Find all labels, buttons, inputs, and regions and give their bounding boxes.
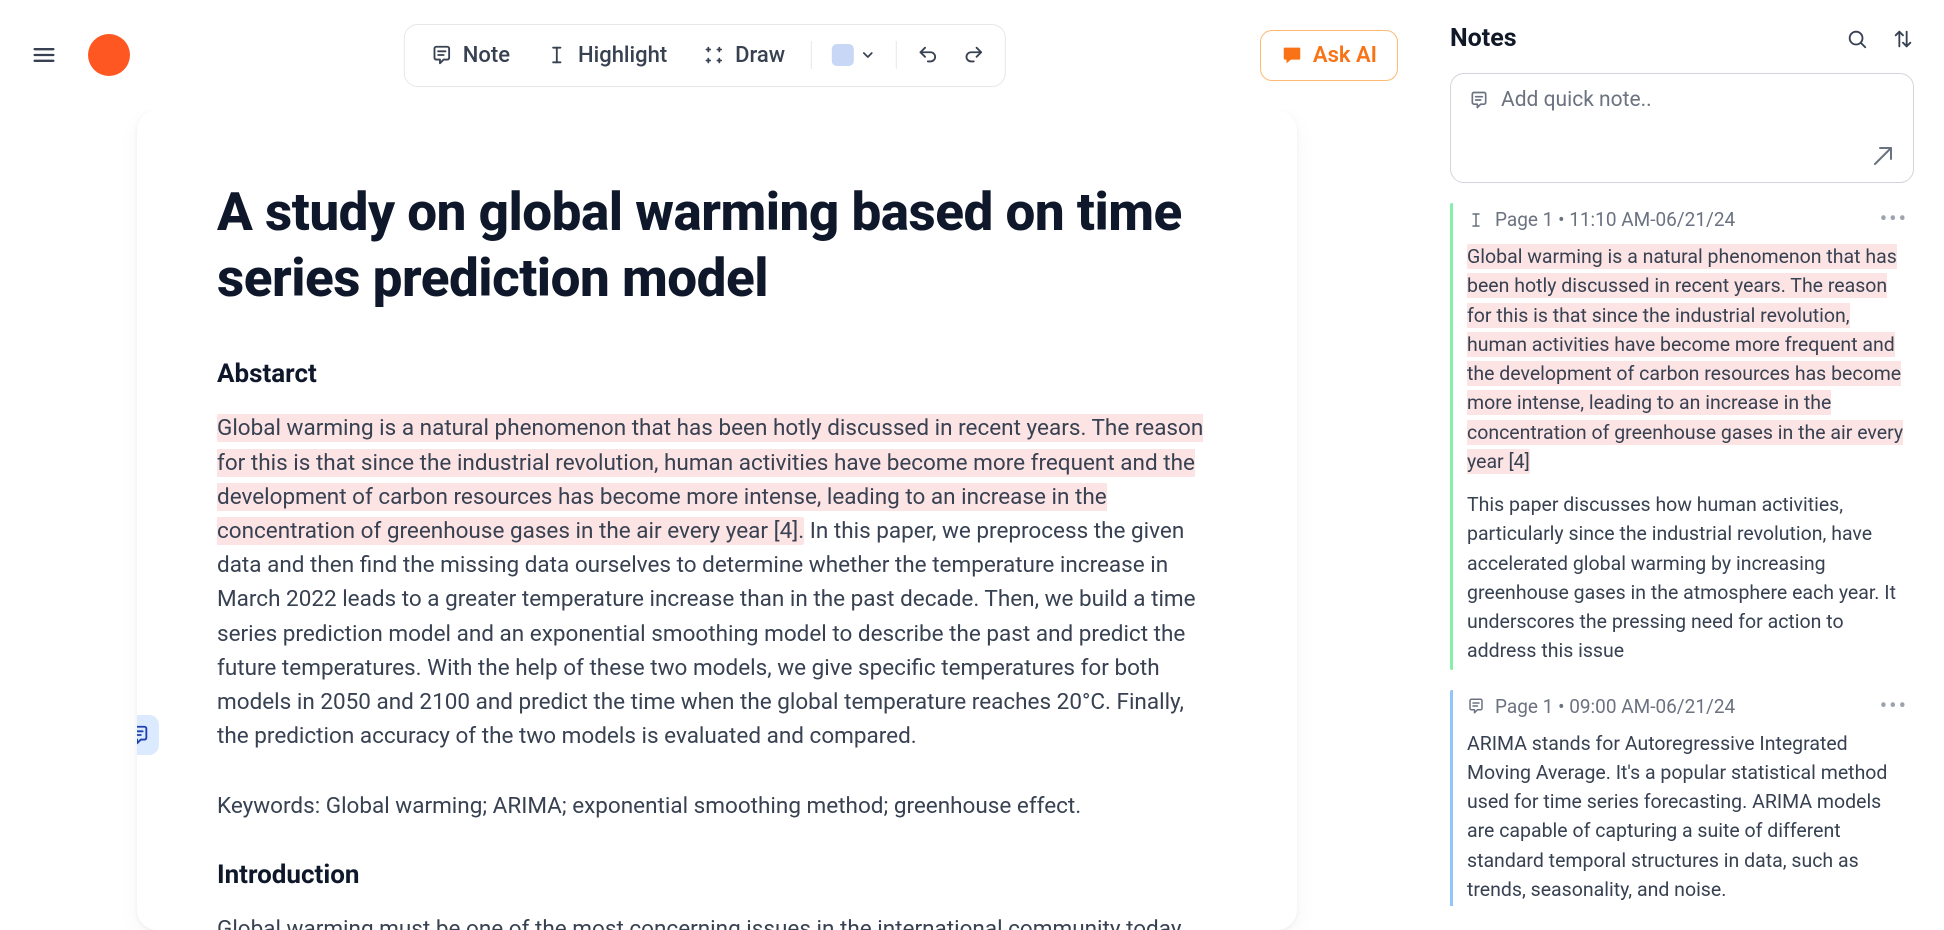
color-picker-button[interactable]: [824, 34, 884, 76]
abstract-heading: Abstarct: [217, 359, 1217, 389]
note-item-header: Page 1 • 09:00 AM-06/21/24 •••: [1467, 694, 1908, 719]
search-icon[interactable]: [1846, 28, 1868, 50]
send-icon[interactable]: [1871, 144, 1895, 168]
quick-note-input[interactable]: Add quick note..: [1450, 73, 1914, 183]
hamburger-icon: [30, 41, 58, 69]
note-item-header: Page 1 • 11:10 AM-06/21/24 •••: [1467, 207, 1908, 232]
ask-ai-button[interactable]: Ask AI: [1260, 30, 1398, 81]
note-meta: Page 1 • 09:00 AM-06/21/24: [1495, 695, 1735, 718]
highlight-tool-label: Highlight: [578, 43, 667, 68]
app-logo: [88, 34, 130, 76]
note-more-button[interactable]: •••: [1880, 694, 1908, 719]
ask-ai-label: Ask AI: [1313, 43, 1377, 68]
note-icon: [1467, 697, 1485, 715]
notes-sidebar: Notes Add quick note..: [1434, 0, 1944, 930]
note-item[interactable]: Page 1 • 09:00 AM-06/21/24 ••• ARIMA sta…: [1450, 690, 1914, 907]
highlight-icon: [546, 44, 568, 66]
note-icon: [1469, 90, 1489, 110]
quick-note-placeholder: Add quick note..: [1501, 88, 1652, 112]
main-column: Note Highlight Draw: [0, 0, 1434, 930]
app-root: Note Highlight Draw: [0, 0, 1944, 930]
note-meta: Page 1 • 11:10 AM-06/21/24: [1495, 208, 1735, 231]
note-item[interactable]: Page 1 • 11:10 AM-06/21/24 ••• Global wa…: [1450, 203, 1914, 670]
sidebar-title: Notes: [1450, 24, 1517, 53]
color-swatch-icon: [832, 44, 854, 66]
note-tool-label: Note: [463, 43, 510, 68]
toolbar-separator: [811, 41, 812, 69]
note-summary-text: This paper discusses how human activitie…: [1467, 490, 1908, 666]
top-bar: Note Highlight Draw: [0, 0, 1434, 110]
undo-icon: [917, 44, 939, 66]
highlight-tool-button[interactable]: Highlight: [532, 33, 681, 78]
note-list: Page 1 • 11:10 AM-06/21/24 ••• Global wa…: [1450, 203, 1914, 906]
draw-tool-button[interactable]: Draw: [689, 33, 799, 78]
keywords-line: Keywords: Global warming; ARIMA; exponen…: [217, 789, 1217, 823]
note-tool-button[interactable]: Note: [417, 33, 524, 78]
note-more-button[interactable]: •••: [1880, 207, 1908, 232]
document-page: A study on global warming based on time …: [137, 110, 1297, 930]
chevron-down-icon: [860, 47, 876, 63]
draw-icon: [703, 44, 725, 66]
chat-filled-icon: [1281, 44, 1303, 66]
note-highlight-span: Global warming is a natural phenomenon t…: [1467, 244, 1903, 474]
introduction-paragraph: Global warming must be one of the most c…: [217, 912, 1217, 930]
redo-button[interactable]: [955, 34, 993, 76]
hamburger-menu-button[interactable]: [24, 35, 64, 75]
note-highlight-text: Global warming is a natural phenomenon t…: [1467, 242, 1908, 476]
document-title: A study on global warming based on time …: [217, 180, 1217, 311]
toolbar-separator: [896, 41, 897, 69]
comment-marker-button[interactable]: [137, 715, 159, 755]
introduction-heading: Introduction: [217, 860, 1217, 890]
abstract-paragraph: Global warming is a natural phenomenon t…: [217, 411, 1217, 753]
comment-icon: [137, 724, 150, 746]
redo-icon: [963, 44, 985, 66]
highlight-icon: [1467, 211, 1485, 229]
draw-tool-label: Draw: [735, 43, 785, 68]
document-viewport[interactable]: A study on global warming based on time …: [0, 110, 1434, 930]
annotation-toolbar: Note Highlight Draw: [404, 24, 1006, 87]
sidebar-header: Notes: [1450, 24, 1914, 53]
note-icon: [431, 44, 453, 66]
note-summary-text: ARIMA stands for Autoregressive Integrat…: [1467, 729, 1908, 905]
sidebar-actions: [1846, 28, 1914, 50]
sort-icon[interactable]: [1892, 28, 1914, 50]
undo-button[interactable]: [909, 34, 947, 76]
abstract-rest-text: In this paper, we preprocess the given d…: [217, 518, 1196, 749]
